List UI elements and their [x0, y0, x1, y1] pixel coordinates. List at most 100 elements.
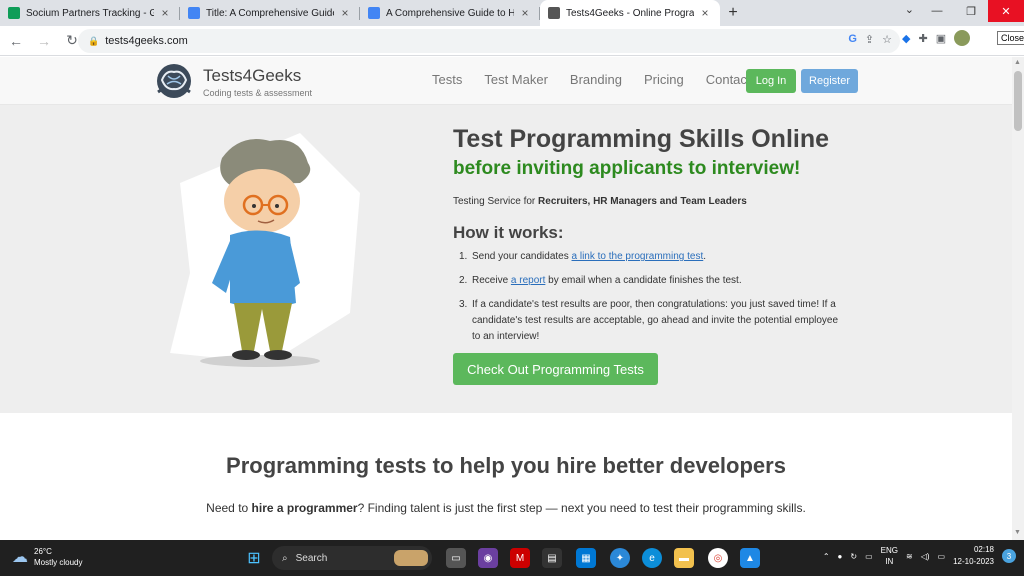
battery-icon[interactable]: ▭ [938, 552, 946, 561]
share-icon[interactable]: ⇪ [865, 33, 874, 46]
page-viewport: Tests4Geeks Coding tests & assessment Te… [0, 57, 1012, 540]
nav-link-branding[interactable]: Branding [570, 72, 622, 87]
scroll-up-icon[interactable]: ▲ [1014, 59, 1021, 66]
profile-avatar[interactable] [954, 30, 971, 46]
browser-tab[interactable]: Socium Partners Tracking - Goog × [0, 0, 180, 26]
brain-logo-icon[interactable] [152, 62, 196, 100]
tab-title: A Comprehensive Guide to Hirin [386, 7, 514, 19]
step-link[interactable]: a report [511, 275, 545, 286]
clock[interactable]: 02:18 12-10-2023 [953, 544, 994, 568]
new-tab-button[interactable]: + [720, 0, 746, 26]
nav-link-pricing[interactable]: Pricing [644, 72, 684, 87]
store-icon[interactable]: ▦ [576, 548, 596, 568]
bookmark-star-icon[interactable]: ☆ [882, 33, 892, 46]
chevron-up-icon[interactable]: ⌃ [823, 552, 830, 561]
forward-arrow-icon[interactable]: → [32, 29, 56, 53]
browser-tab[interactable]: Title: A Comprehensive Guide to × [180, 0, 360, 26]
how-it-works-title: How it works: [453, 223, 564, 242]
notification-badge[interactable]: 3 [1002, 549, 1016, 563]
window-close-button[interactable]: ✕ [988, 0, 1024, 22]
login-button[interactable]: Log In [746, 69, 796, 93]
step-number: 3. [459, 299, 468, 310]
tab-list: Socium Partners Tracking - Goog×Title: A… [0, 0, 720, 26]
hero-section: Test Programming Skills Online before in… [0, 105, 1012, 413]
step-number: 2. [459, 275, 468, 286]
section-title: Programming tests to help you hire bette… [226, 453, 786, 478]
edge-icon[interactable]: e [642, 548, 662, 568]
nav-link-tests[interactable]: Tests [432, 72, 462, 87]
logo-name[interactable]: Tests4Geeks [203, 66, 301, 86]
steps-list: 1. Send your candidates a link to the pro… [459, 249, 849, 353]
tab-search-chevron-icon[interactable]: ⌄ [905, 3, 914, 16]
language-code: ENG [880, 546, 898, 555]
step-text-post: by email when a candidate finishes the t… [545, 275, 742, 286]
folder-icon[interactable]: ▬ [674, 548, 694, 568]
tab-close-icon[interactable]: × [518, 6, 532, 20]
step-text: If a candidate's test results are poor, … [472, 297, 849, 345]
tab-favicon-icon [548, 7, 560, 19]
task-view-icon[interactable]: ▭ [446, 548, 466, 568]
close-tooltip: Close [997, 31, 1024, 45]
tab-strip: Socium Partners Tracking - Goog×Title: A… [0, 0, 1024, 26]
tab-title: Title: A Comprehensive Guide to [206, 7, 334, 19]
sync-icon[interactable]: ↻ [850, 552, 857, 561]
tab-title: Socium Partners Tracking - Goog [26, 7, 154, 19]
extensions-puzzle-icon[interactable]: ✚ [918, 32, 927, 45]
hero-title: Test Programming Skills Online [453, 125, 830, 153]
step-item: 3. If a candidate's test results are poor… [459, 297, 849, 345]
tab-close-icon[interactable]: × [158, 6, 172, 20]
volume-icon[interactable]: ◁) [921, 552, 930, 561]
maximize-button[interactable]: ❐ [954, 0, 988, 22]
nav-link-contact[interactable]: Contact [706, 72, 751, 87]
address-bar[interactable]: 🔒 tests4geeks.com G ⇪ ☆ [78, 29, 900, 53]
file-manager-icon[interactable]: ▤ [542, 548, 562, 568]
taskbar-search[interactable]: ⌕ Search [272, 546, 432, 570]
step-link[interactable]: a link to the programming test [572, 251, 704, 262]
back-arrow-icon[interactable]: ← [4, 29, 28, 53]
chrome-icon[interactable]: ◎ [708, 548, 728, 568]
section-text: Need to hire a programmer? Finding talen… [0, 501, 1012, 515]
step-item: 1. Send your candidates a link to the pro… [459, 249, 849, 265]
page-scrollbar[interactable]: ▲ ▼ [1012, 57, 1024, 540]
browser-tab[interactable]: Tests4Geeks - Online Programm × [540, 0, 720, 26]
mcafee-icon[interactable]: M [510, 548, 530, 568]
scroll-down-icon[interactable]: ▼ [1014, 529, 1021, 536]
toolbar: ← → ↻ 🔒 tests4geeks.com G ⇪ ☆ [0, 26, 1024, 56]
browser-tab[interactable]: A Comprehensive Guide to Hirin × [360, 0, 540, 26]
search-label: Search [295, 552, 328, 564]
tab-favicon-icon [8, 7, 20, 19]
geek-character-illustration [170, 133, 360, 367]
settings-app-icon[interactable]: ✦ [610, 548, 630, 568]
lock-icon[interactable]: 🔒 [88, 36, 99, 47]
weather-widget[interactable]: ☁ 26°C Mostly cloudy [12, 546, 82, 568]
main-nav: Tests Test Maker Branding Pricing Contac… [432, 72, 751, 87]
extension-shield-icon[interactable]: ◆ [902, 32, 910, 45]
url-text: tests4geeks.com [105, 35, 188, 47]
step-text-pre: If a candidate's test results are poor, … [472, 299, 839, 342]
minimize-button[interactable]: — [920, 0, 954, 22]
nav-link-test-maker[interactable]: Test Maker [484, 72, 548, 87]
register-button[interactable]: Register [801, 69, 858, 93]
windows-taskbar: ☁ 26°C Mostly cloudy ⊞ ⌕ Search ▭ ◉ M ▤ … [0, 540, 1024, 576]
windows-start-icon[interactable]: ⊞ [244, 548, 264, 568]
teams-icon[interactable]: ◉ [478, 548, 498, 568]
scroll-thumb[interactable] [1014, 71, 1022, 131]
tab-close-icon[interactable]: × [698, 6, 712, 20]
hero-subtitle: before inviting applicants to interview! [453, 158, 801, 179]
site-header: Tests4Geeks Coding tests & assessment Te… [0, 57, 1012, 105]
step-text: Send your candidates a link to the progr… [472, 249, 706, 265]
language-indicator[interactable]: ENG IN [881, 545, 898, 567]
hero-desc-text: Testing Service for [453, 196, 539, 207]
weather-temp: 26°C [34, 547, 52, 556]
tray-app-icon[interactable]: ● [838, 552, 843, 561]
check-out-tests-button[interactable]: Check Out Programming Tests [453, 353, 658, 385]
step-number: 1. [459, 251, 468, 262]
side-panel-icon[interactable]: ▣ [936, 32, 946, 45]
region-code: IN [885, 557, 894, 566]
hero-description: Testing Service for Recruiters, HR Manag… [453, 196, 747, 207]
google-icon[interactable]: G [848, 33, 857, 46]
photos-icon[interactable]: ▲ [740, 548, 760, 568]
wifi-icon[interactable]: ≋ [906, 552, 913, 561]
display-icon[interactable]: ▭ [865, 552, 873, 561]
tab-close-icon[interactable]: × [338, 6, 352, 20]
